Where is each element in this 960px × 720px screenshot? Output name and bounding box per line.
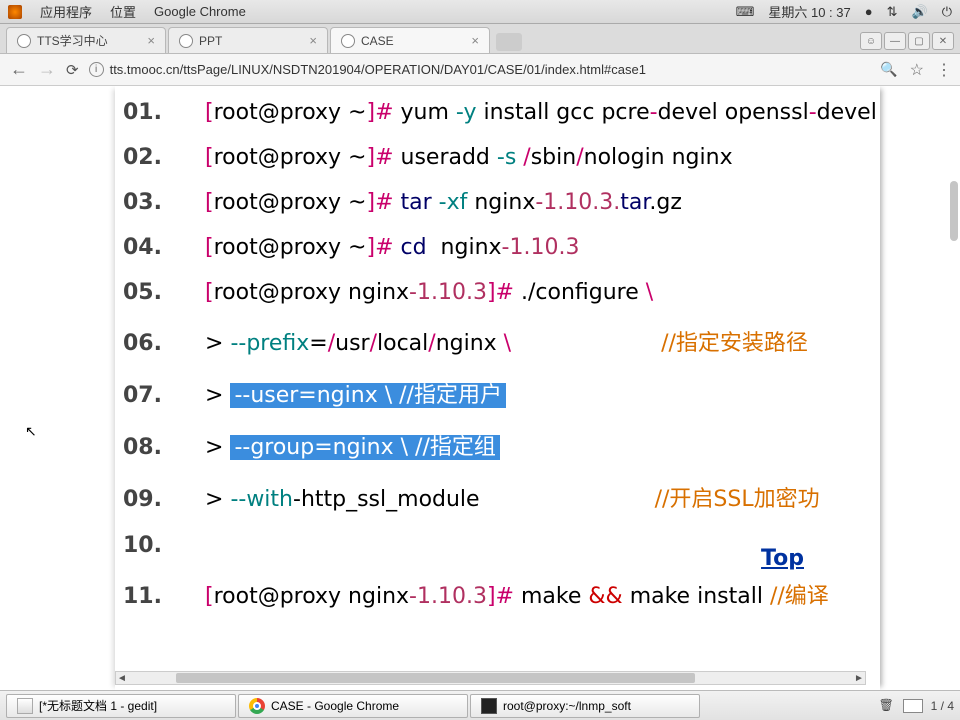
globe-icon: [341, 34, 355, 48]
line-number: 01.: [121, 100, 205, 125]
taskbar: [*无标题文档 1 - gedit] CASE - Google Chrome …: [0, 690, 960, 720]
task-terminal[interactable]: root@proxy:~/lnmp_soft: [470, 694, 700, 718]
distro-icon: [8, 5, 22, 19]
gedit-icon: [17, 698, 33, 714]
task-gedit[interactable]: [*无标题文档 1 - gedit]: [6, 694, 236, 718]
scroll-right-icon[interactable]: ►: [852, 672, 866, 684]
code-line: 03. [root@proxy ~]# tar -xf nginx-1.10.3…: [115, 180, 880, 225]
page-viewport: 01. [root@proxy ~]# yum -y install gcc p…: [0, 86, 960, 690]
code-line: 06. > --prefix=/usr/local/nginx \ //指定安装…: [115, 315, 880, 367]
code-line-selected[interactable]: 07. > --user=nginx \ //指定用户: [115, 367, 880, 419]
workspace-label: 1 / 4: [931, 699, 954, 713]
line-number: 09.: [121, 487, 205, 512]
code-line: 04. [root@proxy ~]# cd nginx-1.10.3: [115, 225, 880, 270]
keyboard-icon[interactable]: ⌨: [736, 4, 755, 20]
comment: //开启SSL加密功: [655, 481, 820, 513]
code-line: 11. [root@proxy nginx-1.10.3]# make && m…: [115, 568, 880, 620]
comment: //指定安装路径: [661, 325, 808, 357]
code-line: 02. [root@proxy ~]# useradd -s /sbin/nol…: [115, 135, 880, 180]
maximize-icon[interactable]: ▢: [908, 32, 930, 50]
line-number: 03.: [121, 190, 205, 215]
code-line-selected[interactable]: 08. > --group=nginx \ //指定组: [115, 419, 880, 471]
chrome-icon: [249, 698, 265, 714]
user-icon[interactable]: ☺: [860, 32, 882, 50]
trash-icon[interactable]: 🗑: [879, 698, 895, 714]
newtab-button[interactable]: [496, 33, 522, 51]
scrollbar-thumb[interactable]: [176, 673, 695, 683]
clock-text[interactable]: 星期六 10 : 37: [768, 2, 850, 21]
close-window-icon[interactable]: ✕: [932, 32, 954, 50]
tab-label: CASE: [361, 34, 394, 48]
line-number: 11.: [121, 584, 205, 609]
zoom-icon[interactable]: 🔍: [880, 61, 897, 78]
line-number: 06.: [121, 331, 205, 356]
volume-icon[interactable]: 🔊: [912, 4, 928, 20]
active-app-name[interactable]: Google Chrome: [154, 4, 246, 19]
tab-label: TTS学习中心: [37, 32, 108, 49]
task-chrome[interactable]: CASE - Google Chrome: [238, 694, 468, 718]
browser-tabstrip: TTS学习中心 × PPT × CASE × ☺ — ▢ ✕: [0, 24, 960, 54]
line-number: 05.: [121, 280, 205, 305]
top-link[interactable]: Top: [761, 546, 804, 571]
minimize-icon[interactable]: —: [884, 32, 906, 50]
code-line: 09. > --with-http_ssl_module //开启SSL加密功: [115, 471, 880, 523]
scrollbar-thumb[interactable]: [950, 181, 958, 241]
close-icon[interactable]: ×: [147, 33, 155, 48]
tab-label: PPT: [199, 34, 222, 48]
globe-icon: [17, 34, 31, 48]
forward-button: →: [38, 59, 56, 80]
task-label: CASE - Google Chrome: [271, 699, 399, 713]
line-number: 07.: [121, 383, 205, 408]
menu-applications[interactable]: 应用程序: [40, 2, 92, 21]
line-number: 04.: [121, 235, 205, 260]
line-number: 08.: [121, 435, 205, 460]
clock-dot: ●: [865, 4, 873, 19]
line-number: 02.: [121, 145, 205, 170]
network-icon[interactable]: ⇅: [887, 4, 898, 20]
kebab-menu-icon[interactable]: ⋮: [936, 60, 950, 80]
system-menubar: 应用程序 位置 Google Chrome ⌨ 星期六 10 : 37 ● ⇅ …: [0, 0, 960, 24]
url-text: tts.tmooc.cn/ttsPage/LINUX/NSDTN201904/O…: [110, 62, 646, 77]
browser-toolbar: ← → ⟳ i tts.tmooc.cn/ttsPage/LINUX/NSDTN…: [0, 54, 960, 86]
code-line: 05. [root@proxy nginx-1.10.3]# ./configu…: [115, 270, 880, 315]
code-listing: 01. [root@proxy ~]# yum -y install gcc p…: [115, 86, 880, 690]
terminal-icon: [481, 698, 497, 714]
tab-ppt[interactable]: PPT ×: [168, 27, 328, 53]
address-bar[interactable]: i tts.tmooc.cn/ttsPage/LINUX/NSDTN201904…: [89, 62, 871, 77]
workspace-icon[interactable]: [903, 699, 923, 713]
close-icon[interactable]: ×: [471, 33, 479, 48]
bookmark-star-icon[interactable]: ☆: [910, 60, 924, 80]
back-button[interactable]: ←: [10, 59, 28, 80]
tab-case[interactable]: CASE ×: [330, 27, 490, 53]
horizontal-scrollbar[interactable]: ◄ ►: [115, 671, 866, 685]
globe-icon: [179, 34, 193, 48]
scroll-left-icon[interactable]: ◄: [115, 672, 129, 684]
power-icon[interactable]: ⏻: [942, 4, 952, 20]
line-number: 10.: [121, 533, 205, 558]
code-line: 01. [root@proxy ~]# yum -y install gcc p…: [115, 90, 880, 135]
menu-places[interactable]: 位置: [110, 2, 136, 21]
site-info-icon[interactable]: i: [89, 62, 104, 77]
task-label: root@proxy:~/lnmp_soft: [503, 699, 631, 713]
task-label: [*无标题文档 1 - gedit]: [39, 697, 157, 714]
close-icon[interactable]: ×: [309, 33, 317, 48]
reload-button[interactable]: ⟳: [66, 61, 79, 79]
tab-tts[interactable]: TTS学习中心 ×: [6, 27, 166, 53]
vertical-scrollbar[interactable]: [948, 86, 958, 670]
